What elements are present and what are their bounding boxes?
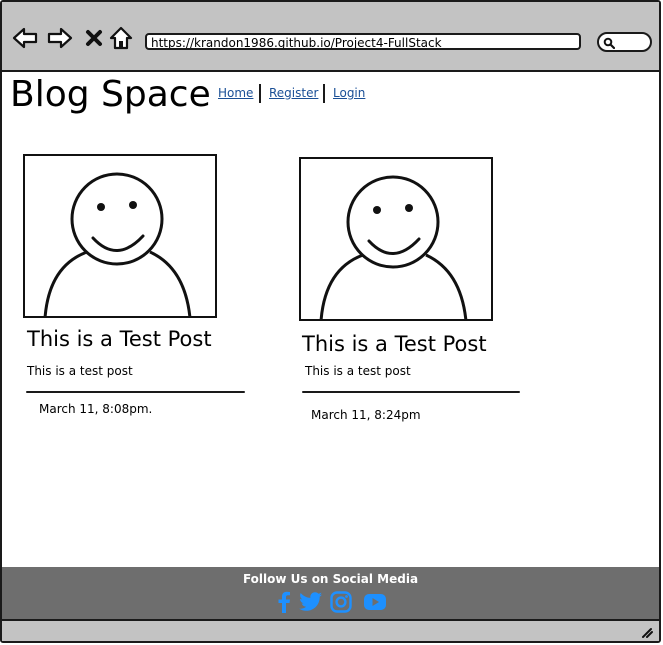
instagram-icon[interactable]	[329, 591, 353, 613]
post-body: This is a test post	[27, 364, 133, 378]
post-body: This is a test post	[305, 364, 411, 378]
user-avatar-icon	[319, 175, 468, 319]
nav-home-link[interactable]: Home	[218, 86, 253, 106]
nav-register-link[interactable]: Register	[269, 86, 318, 106]
youtube-icon[interactable]	[363, 591, 387, 613]
post-date: March 11, 8:24pm	[311, 408, 421, 422]
post-image-placeholder[interactable]	[23, 154, 217, 318]
nav-divider	[259, 84, 261, 103]
nav-login-link[interactable]: Login	[333, 86, 365, 106]
resize-grip-icon[interactable]	[639, 626, 653, 638]
search-icon	[603, 37, 615, 49]
twitter-icon[interactable]	[299, 591, 323, 613]
url-text: https://krandon1986.github.io/Project4-F…	[151, 36, 442, 50]
post-image-placeholder[interactable]	[299, 157, 493, 321]
close-x-icon[interactable]	[80, 24, 108, 52]
footer-title: Follow Us on Social Media	[242, 572, 419, 586]
nav-divider	[323, 84, 325, 103]
home-icon[interactable]	[107, 24, 135, 52]
post-divider	[26, 391, 245, 393]
browser-status-bar	[2, 619, 659, 641]
facebook-icon[interactable]	[272, 591, 296, 613]
address-bar[interactable]: https://krandon1986.github.io/Project4-F…	[145, 33, 581, 50]
back-arrow-icon[interactable]	[11, 24, 39, 52]
post-date: March 11, 8:08pm.	[39, 402, 153, 416]
post-title[interactable]: This is a Test Post	[27, 326, 212, 352]
post-divider	[302, 391, 520, 393]
post-title[interactable]: This is a Test Post	[302, 331, 487, 357]
site-footer: Follow Us on Social Media	[2, 567, 659, 619]
browser-toolbar: https://krandon1986.github.io/Project4-F…	[2, 2, 659, 72]
site-brand[interactable]: Blog Space	[10, 72, 211, 118]
user-avatar-icon	[43, 172, 192, 316]
forward-arrow-icon[interactable]	[46, 24, 74, 52]
search-box[interactable]	[597, 32, 652, 52]
